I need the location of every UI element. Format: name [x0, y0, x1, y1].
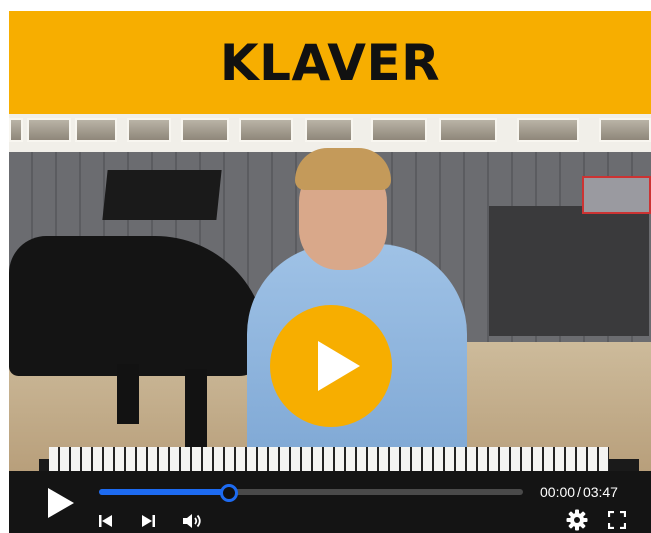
wall-photo-frieze: [9, 114, 651, 152]
audio-mixer: [582, 176, 651, 214]
progress-handle[interactable]: [219, 484, 238, 502]
time-separator: /: [577, 484, 581, 500]
video-title: KLAVER: [219, 33, 441, 92]
video-frame[interactable]: [9, 114, 651, 471]
skip-previous-icon: [99, 515, 112, 527]
duration: 03:47: [582, 484, 618, 500]
next-button[interactable]: [141, 513, 155, 529]
framed-photo: [27, 118, 71, 142]
progress-fill: [99, 489, 229, 495]
current-time: 00:00: [540, 484, 576, 500]
volume-button[interactable]: [182, 512, 202, 530]
play-icon: [48, 488, 74, 518]
framed-photo: [439, 118, 497, 142]
framed-photo: [9, 118, 23, 142]
skip-next-icon: [142, 515, 155, 527]
piano-leg: [185, 369, 207, 459]
progress-bar[interactable]: [99, 484, 523, 502]
title-banner: KLAVER: [9, 11, 651, 114]
presenter-hair: [295, 148, 391, 190]
time-display: 00:00/03:47: [540, 484, 618, 500]
play-icon: [318, 341, 360, 391]
fullscreen-button[interactable]: [607, 510, 627, 530]
control-bar: 00:00/03:47: [9, 471, 651, 533]
big-play-button[interactable]: [270, 305, 392, 427]
previous-button[interactable]: [99, 513, 113, 529]
framed-photo: [599, 118, 651, 142]
framed-photo: [181, 118, 229, 142]
fullscreen-icon: [607, 510, 627, 530]
play-button[interactable]: [45, 487, 77, 519]
gear-icon: [566, 509, 588, 531]
framed-photo: [305, 118, 353, 142]
framed-photo: [371, 118, 427, 142]
wall-outlet-panel: [489, 206, 649, 336]
volume-icon: [183, 514, 201, 528]
settings-button[interactable]: [566, 509, 588, 531]
music-stand: [102, 170, 222, 220]
framed-photo: [239, 118, 293, 142]
framed-photo: [127, 118, 171, 142]
piano-keyboard: [49, 447, 609, 471]
framed-photo: [517, 118, 579, 142]
piano-leg: [117, 364, 139, 424]
framed-photo: [75, 118, 117, 142]
video-player: KLAVER 00:00 / 03:47: [9, 11, 651, 533]
